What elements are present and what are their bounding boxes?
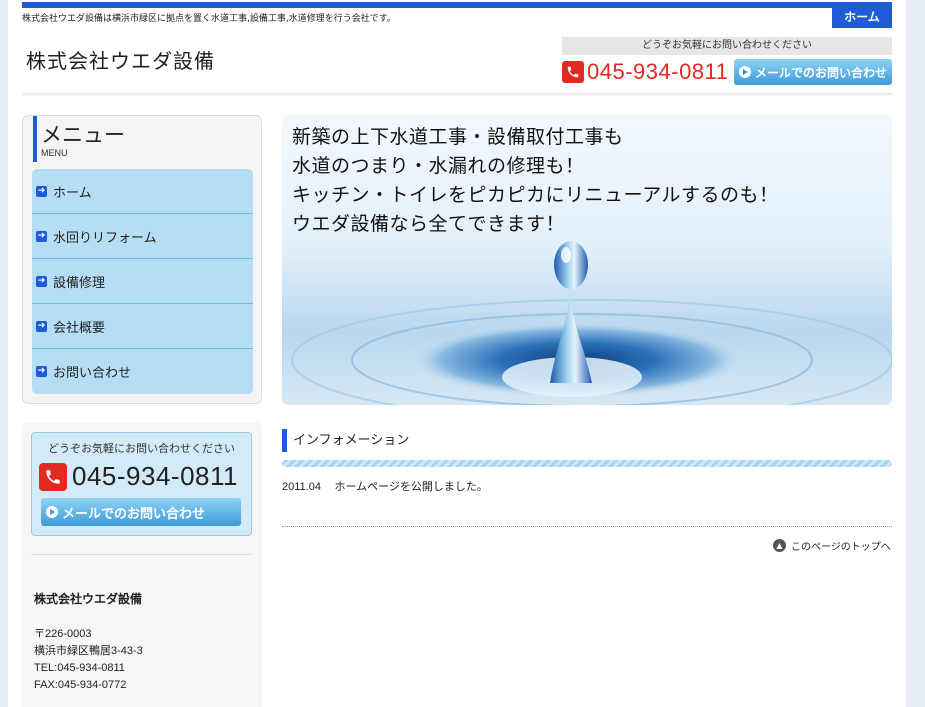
- sidebar-item-contact[interactable]: ➜ お問い合わせ: [32, 349, 253, 394]
- sidebar-item-home[interactable]: ➜ ホーム: [32, 169, 253, 214]
- top-accent-bar: [22, 2, 892, 8]
- sidebar-phone[interactable]: 045-934-0811: [39, 461, 238, 492]
- site-tagline: 株式会社ウエダ設備は横浜市緑区に拠点を置く水道工事,設備工事,水道修理を行う会社…: [22, 14, 396, 24]
- header-divider: [22, 93, 892, 97]
- menu-heading: メニュー MENU: [33, 116, 125, 162]
- header-mail-button[interactable]: メールでのお問い合わせ: [734, 59, 892, 85]
- sidebar-item-repair[interactable]: ➜ 設備修理: [32, 259, 253, 304]
- phone-icon: [39, 462, 67, 491]
- info-stripe: [282, 460, 892, 467]
- info-heading: インフォメーション: [282, 429, 409, 452]
- info-item: 2011.04 ホームページを公開しました。: [282, 478, 488, 494]
- hero-line: 新築の上下水道工事・設備取付工事も: [292, 126, 624, 148]
- fax: FAX:045-934-0772: [34, 679, 127, 691]
- hero-copy: 新築の上下水道工事・設備取付工事も 水道のつまり・水漏れの修理も！ キッチン・ト…: [292, 123, 779, 239]
- menu-subtitle: MENU: [41, 148, 68, 158]
- home-tab[interactable]: ホーム: [832, 6, 892, 28]
- sidebar-menu: メニュー MENU ➜ ホーム ➜ 水回りリフォーム ➜ 設備修理 ➜ 会社概要 ➜ お問…: [22, 115, 262, 404]
- header-contact-note: どうぞお気軽にお問い合わせください: [562, 37, 892, 55]
- company-address: 〒226-0003 横浜市緑区鴨居3-43-3 TEL:045-934-0811…: [34, 626, 143, 694]
- hero-banner: 新築の上下水道工事・設備取付工事も 水道のつまり・水漏れの修理も！ キッチン・ト…: [282, 115, 892, 405]
- hero-line: キッチン・トイレをピカピカにリニューアルするのも！: [292, 184, 779, 206]
- sidebar-divider: [31, 554, 252, 555]
- sidebar-item-label: 会社概要: [53, 320, 106, 336]
- play-icon: [46, 506, 58, 518]
- street-address: 横浜市緑区鴨居3-43-3: [34, 645, 143, 657]
- header-phone-number: 045-934-0811: [587, 59, 729, 84]
- play-icon: [739, 66, 751, 78]
- phone-icon: [562, 61, 584, 83]
- header-mail-label: メールでのお問い合わせ: [755, 65, 888, 80]
- contact-note: どうぞお気軽にお問い合わせください: [48, 442, 235, 455]
- arrow-right-icon: ➜: [36, 366, 47, 377]
- sidebar-contact: どうぞお気軽にお問い合わせください 045-934-0811 メールでのお問い合…: [22, 422, 262, 707]
- sidebar-item-company[interactable]: ➜ 会社概要: [32, 304, 253, 349]
- arrow-right-icon: ➜: [36, 320, 47, 332]
- arrow-up-icon: ▲: [773, 539, 786, 552]
- menu-title: メニュー: [41, 123, 125, 147]
- arrow-right-icon: ➜: [36, 230, 47, 242]
- contact-card: どうぞお気軽にお問い合わせください 045-934-0811 メールでのお問い合…: [31, 432, 252, 536]
- info-divider: [282, 526, 892, 527]
- info-text: ホームページを公開しました。: [334, 480, 488, 493]
- info-date: 2011.04: [282, 481, 321, 493]
- company-name: 株式会社ウエダ設備: [34, 592, 143, 606]
- page-top-label: このページのトップへ: [791, 542, 891, 553]
- sidebar-item-label: ホーム: [53, 185, 92, 201]
- page: 株式会社ウエダ設備は横浜市緑区に拠点を置く水道工事,設備工事,水道修理を行う会社…: [8, 0, 906, 707]
- header-phone[interactable]: 045-934-0811: [562, 59, 728, 85]
- site-title[interactable]: 株式会社ウエダ設備: [26, 45, 215, 74]
- arrow-right-icon: ➜: [36, 185, 47, 197]
- sidebar-item-label: 水回りリフォーム: [53, 230, 157, 246]
- arrow-right-icon: ➜: [36, 275, 47, 287]
- tel: TEL:045-934-0811: [34, 662, 125, 674]
- sidebar-item-reform[interactable]: ➜ 水回りリフォーム: [32, 214, 253, 259]
- hero-line: 水道のつまり・水漏れの修理も！: [292, 155, 585, 177]
- hero-line: ウエダ設備なら全てできます！: [292, 213, 566, 235]
- menu-list: ➜ ホーム ➜ 水回りリフォーム ➜ 設備修理 ➜ 会社概要 ➜ お問い合わせ: [32, 169, 253, 394]
- sidebar-item-label: 設備修理: [53, 275, 106, 291]
- sidebar-mail-button[interactable]: メールでのお問い合わせ: [41, 498, 241, 526]
- sidebar-item-label: お問い合わせ: [53, 366, 132, 381]
- postal-code: 〒226-0003: [34, 628, 92, 640]
- sidebar-mail-label: メールでのお問い合わせ: [62, 506, 206, 522]
- sidebar-phone-number: 045-934-0811: [72, 461, 238, 491]
- page-top-link[interactable]: ▲ このページのトップへ: [773, 538, 891, 553]
